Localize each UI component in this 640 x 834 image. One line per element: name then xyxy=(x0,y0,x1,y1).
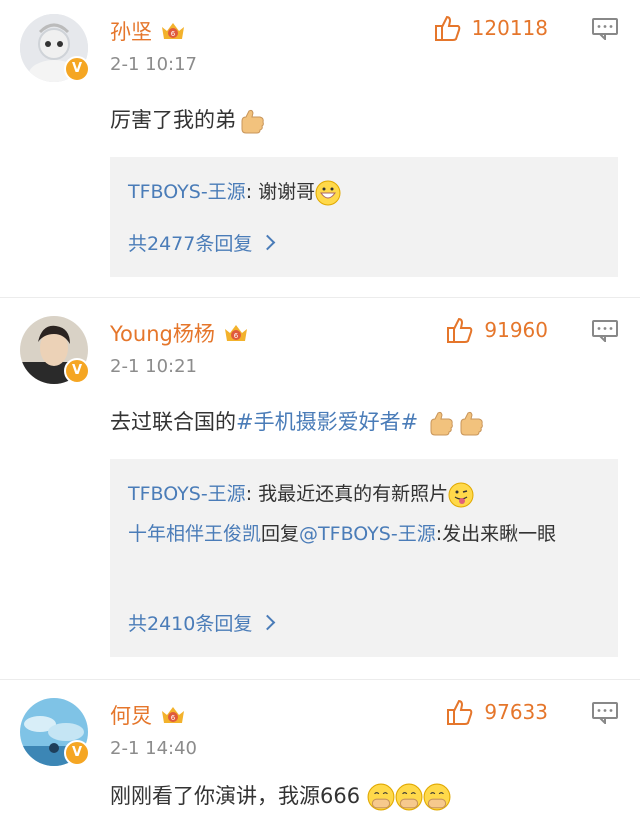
view-more-replies[interactable]: 共2477条回复 xyxy=(128,229,276,256)
reply-separator: : xyxy=(245,181,259,203)
reply-box[interactable]: TFBOYS-王源: 谢谢哥 共2477条回复 xyxy=(110,157,618,277)
reply-text: :发出来瞅一眼 xyxy=(435,523,557,545)
reply-text: 谢谢哥 xyxy=(258,181,316,203)
comment-item: V 何炅 6 2-1 14:40 97633 刚刚看了你演讲，我源666 xyxy=(0,680,640,834)
comment-text-content: 厉害了我的弟 xyxy=(110,108,236,132)
vip-crown-icon: 6 xyxy=(224,325,247,341)
thumbs-up-icon xyxy=(434,15,460,41)
topic-hashtag-link[interactable]: #手机摄影爱好者# xyxy=(236,410,418,434)
comment-menu-icon[interactable] xyxy=(592,320,618,342)
reply-username[interactable]: TFBOYS-王源 xyxy=(128,483,246,505)
username[interactable]: 何炅 6 xyxy=(110,700,186,730)
verified-badge: V xyxy=(64,740,90,766)
comment-time: 2-1 10:17 xyxy=(110,54,197,75)
comment-text-content: 去过联合国的 xyxy=(110,410,236,434)
more-replies-text[interactable]: 共2477条回复 xyxy=(128,233,252,255)
username-text[interactable]: 孙坚 xyxy=(110,16,152,46)
reply-text: 我最近还真的有新照片 xyxy=(258,483,449,505)
username-text[interactable]: 何炅 xyxy=(110,700,152,730)
vip-crown-icon: 6 xyxy=(162,707,184,723)
chevron-right-icon xyxy=(260,234,276,251)
thumbs-up-emoji-icon xyxy=(460,411,483,436)
vip-crown-icon: 6 xyxy=(162,23,184,39)
thumbs-up-icon xyxy=(447,699,473,725)
like-count: 120118 xyxy=(471,16,548,40)
grin-emoji-icon xyxy=(315,180,341,205)
comment-time: 2-1 14:40 xyxy=(110,738,197,759)
thumbs-up-icon xyxy=(447,317,473,343)
like-button[interactable]: 97633 xyxy=(446,698,548,726)
cover-mouth-emoji-icon xyxy=(367,783,395,811)
username[interactable]: Young杨杨 6 xyxy=(110,318,249,348)
mention-link[interactable]: @TFBOYS-王源 xyxy=(299,523,436,545)
svg-text:6: 6 xyxy=(234,332,239,340)
comment-item: V Young杨杨 6 2-1 10:21 91960 去过联合国的#手机摄影爱… xyxy=(0,298,640,680)
like-count: 97633 xyxy=(484,700,548,724)
cover-mouth-emoji-icon xyxy=(395,783,423,811)
verified-badge: V xyxy=(64,358,90,384)
like-button[interactable]: 91960 xyxy=(446,316,548,344)
comment-menu-icon[interactable] xyxy=(592,702,618,724)
like-button[interactable]: 120118 xyxy=(434,14,548,42)
username[interactable]: 孙坚 6 xyxy=(110,16,186,46)
tongue-out-emoji-icon xyxy=(448,482,474,507)
comment-text-content: 刚刚看了你演讲，我源666 xyxy=(110,784,361,808)
thumbs-up-emoji-icon xyxy=(241,109,264,134)
thumbs-up-emoji-icon xyxy=(430,411,453,436)
more-replies-text[interactable]: 共2410条回复 xyxy=(128,613,252,635)
cover-mouth-emoji-icon xyxy=(423,783,451,811)
svg-text:6: 6 xyxy=(171,714,176,722)
comment-text: 去过联合国的#手机摄影爱好者# xyxy=(110,406,485,437)
view-more-replies[interactable]: 共2410条回复 xyxy=(128,609,276,636)
comment-time: 2-1 10:21 xyxy=(110,356,197,377)
reply-verb: 回复 xyxy=(261,523,300,545)
reply-separator: : xyxy=(245,483,259,505)
comment-text: 厉害了我的弟 xyxy=(110,104,266,135)
reply-username[interactable]: TFBOYS-王源 xyxy=(128,181,246,203)
username-text[interactable]: Young杨杨 xyxy=(110,318,215,348)
comment-item: V 孙坚 6 2-1 10:17 120118 厉害了我的弟 TFBOYS-王源… xyxy=(0,0,640,298)
reply-username[interactable]: 十年相伴王俊凯 xyxy=(128,523,261,545)
reply-box[interactable]: TFBOYS-王源: 我最近还真的有新照片 十年相伴王俊凯回复@TFBOYS-王… xyxy=(110,459,618,657)
verified-badge: V xyxy=(64,56,90,82)
reply-line: TFBOYS-王源: 我最近还真的有新照片 xyxy=(128,477,606,511)
like-count: 91960 xyxy=(484,318,548,342)
chevron-right-icon xyxy=(260,614,276,631)
comment-menu-icon[interactable] xyxy=(592,18,618,40)
comment-text: 刚刚看了你演讲，我源666 xyxy=(110,780,451,811)
reply-line: 十年相伴王俊凯回复@TFBOYS-王源:发出来瞅一眼 xyxy=(128,517,606,551)
reply-line: TFBOYS-王源: 谢谢哥 xyxy=(128,175,606,209)
svg-text:6: 6 xyxy=(171,30,176,38)
